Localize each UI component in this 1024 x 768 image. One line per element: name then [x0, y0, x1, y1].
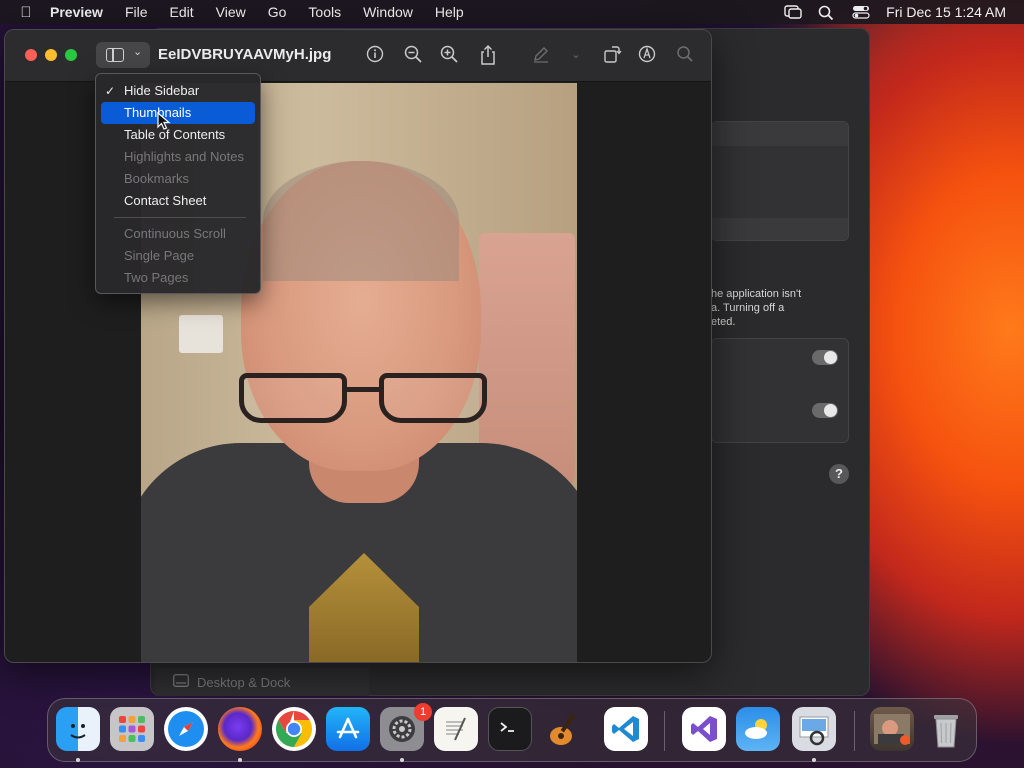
menu-item-continuous-scroll: Continuous Scroll: [124, 226, 226, 241]
notification-badge: 1: [414, 703, 432, 721]
menu-bar:  Preview File Edit View Go Tools Window…: [0, 0, 1024, 24]
menu-item-bookmarks: Bookmarks: [124, 171, 190, 186]
document-title[interactable]: EeIDVBRUYAAVMyH.jpg: [158, 46, 331, 63]
menu-item-two-pages: Two Pages: [124, 270, 189, 285]
settings-description-text: he application isn't a. Turning off a et…: [711, 288, 802, 328]
settings-panel-header: [712, 122, 848, 146]
menu-file[interactable]: File: [125, 4, 148, 20]
firefox-icon[interactable]: [218, 707, 262, 751]
info-icon[interactable]: [364, 44, 386, 66]
terminal-icon[interactable]: [488, 707, 532, 751]
settings-panel-footer: [712, 218, 848, 240]
sidebar-icon: [106, 48, 124, 62]
dock: 1: [47, 698, 977, 762]
search-icon[interactable]: [674, 44, 696, 66]
menubar-clock[interactable]: Fri Dec 15 1:24 AM: [886, 4, 1006, 20]
menu-item-table-of-contents[interactable]: Table of Contents: [101, 124, 255, 146]
checkmark-icon: ✓: [105, 84, 116, 98]
sidebar-view-button[interactable]: ⌄: [96, 42, 150, 68]
menu-help[interactable]: Help: [435, 4, 464, 20]
vscode-icon[interactable]: [604, 707, 648, 751]
garageband-icon[interactable]: [542, 707, 586, 751]
desktop-dock-label: Desktop & Dock: [197, 674, 291, 690]
annotate-icon[interactable]: [636, 44, 658, 66]
dock-divider: [664, 711, 665, 751]
chrome-icon[interactable]: [272, 707, 316, 751]
dock-divider-2: [854, 711, 855, 751]
spotlight-search-icon[interactable]: [818, 5, 836, 21]
visual-studio-icon[interactable]: [682, 707, 726, 751]
chevron-down-icon: ⌄: [133, 46, 143, 58]
finder-icon[interactable]: [56, 707, 100, 751]
safari-icon[interactable]: [164, 707, 208, 751]
menu-tools[interactable]: Tools: [308, 4, 341, 20]
menu-item-highlights-notes: Highlights and Notes: [124, 149, 244, 164]
menu-item-single-page: Single Page: [124, 248, 195, 263]
menu-separator: [114, 217, 246, 218]
menu-go[interactable]: Go: [268, 4, 287, 20]
desktop-dock-icon: [173, 674, 189, 690]
sidebar-item-desktop-dock[interactable]: Desktop & Dock: [155, 668, 369, 696]
firefox-running-dot: [238, 758, 242, 762]
zoom-in-icon[interactable]: [438, 44, 460, 66]
apple-menu-icon[interactable]: : [16, 4, 36, 21]
preview-running-dot: [812, 758, 816, 762]
photo-light-switch: [179, 315, 223, 353]
markup-chevron-icon[interactable]: ⌄: [565, 44, 587, 66]
photo-glasses: [239, 373, 487, 425]
help-button[interactable]: ?: [829, 464, 849, 484]
menu-edit[interactable]: Edit: [170, 4, 194, 20]
photo-scalp: [263, 161, 459, 281]
menu-view[interactable]: View: [216, 4, 246, 20]
finder-running-dot: [76, 758, 80, 762]
launchpad-icon[interactable]: [110, 707, 154, 751]
markup-pen-icon[interactable]: [530, 44, 552, 66]
menu-item-contact-sheet[interactable]: Contact Sheet: [101, 190, 255, 212]
minimize-button[interactable]: [45, 49, 57, 61]
rotate-icon[interactable]: [601, 44, 623, 66]
menu-item-thumbnails[interactable]: Thumbnails: [101, 102, 255, 124]
weather-icon[interactable]: [736, 707, 780, 751]
recent-photo-thumbnail[interactable]: [870, 707, 914, 751]
textedit-icon[interactable]: [434, 707, 478, 751]
screen-mirroring-icon[interactable]: [784, 5, 802, 19]
menu-window[interactable]: Window: [363, 4, 413, 20]
zoom-out-icon[interactable]: [402, 44, 424, 66]
settings-running-dot: [400, 758, 404, 762]
sidebar-view-menu: ✓ Hide Sidebar Thumbnails Table of Conte…: [95, 73, 261, 294]
app-store-icon[interactable]: [326, 707, 370, 751]
settings-toggle-2[interactable]: [812, 403, 838, 418]
menu-item-hide-sidebar[interactable]: ✓ Hide Sidebar: [101, 80, 255, 102]
zoom-button[interactable]: [65, 49, 77, 61]
control-center-icon[interactable]: [852, 5, 870, 19]
share-icon[interactable]: [477, 44, 499, 66]
close-button[interactable]: [25, 49, 37, 61]
preview-app-icon[interactable]: [792, 707, 836, 751]
settings-toggle-1[interactable]: [812, 350, 838, 365]
trash-icon[interactable]: [924, 707, 968, 751]
menu-app-name[interactable]: Preview: [50, 4, 103, 20]
